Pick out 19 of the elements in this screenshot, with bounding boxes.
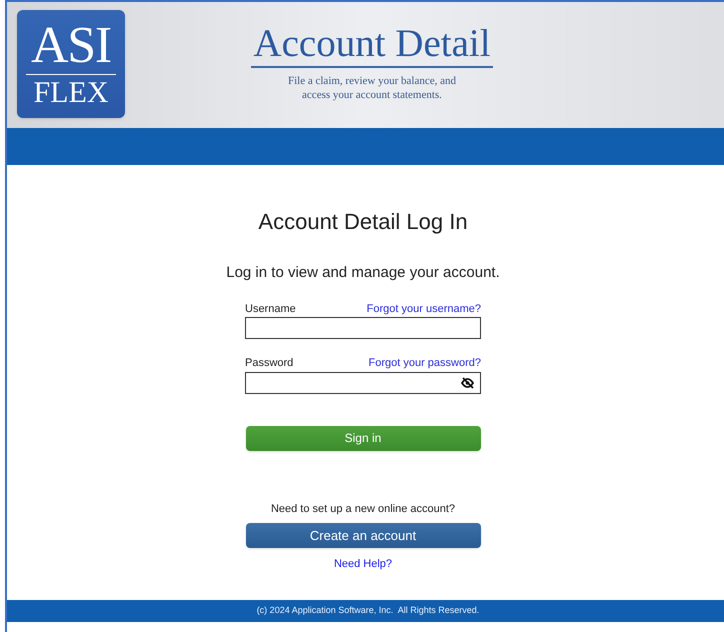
sign-in-button[interactable]: Sign in — [246, 426, 480, 450]
hidden-eye-icon[interactable] — [461, 376, 474, 388]
field-label: Username — [245, 302, 296, 316]
tagline-text: access your account statements. — [302, 88, 442, 102]
copyright-text: (c) 2024 Application Software, Inc. All Rights Reserved. — [256, 604, 480, 618]
forgot-link[interactable]: Forgot your password? — [368, 355, 481, 372]
help-link[interactable]: Need Help? — [334, 556, 392, 572]
password-field[interactable] — [245, 372, 481, 394]
field-label: Password — [245, 356, 294, 371]
intro-text: Log in to view and manage your account. — [226, 263, 500, 283]
create-account-button[interactable]: Create an account — [246, 523, 480, 548]
forgot-link[interactable]: Forgot your username? — [366, 300, 481, 317]
logo-text: FLEX — [34, 76, 108, 108]
tagline-text: File a claim, review your balance, and — [288, 74, 456, 88]
username-field[interactable] — [245, 317, 481, 339]
logo-text: ASI — [31, 20, 111, 72]
login-heading: Account Detail Log In — [258, 208, 468, 236]
page-title: Account Detail — [251, 22, 493, 68]
signup-prompt: Need to set up a new online account? — [270, 502, 456, 516]
